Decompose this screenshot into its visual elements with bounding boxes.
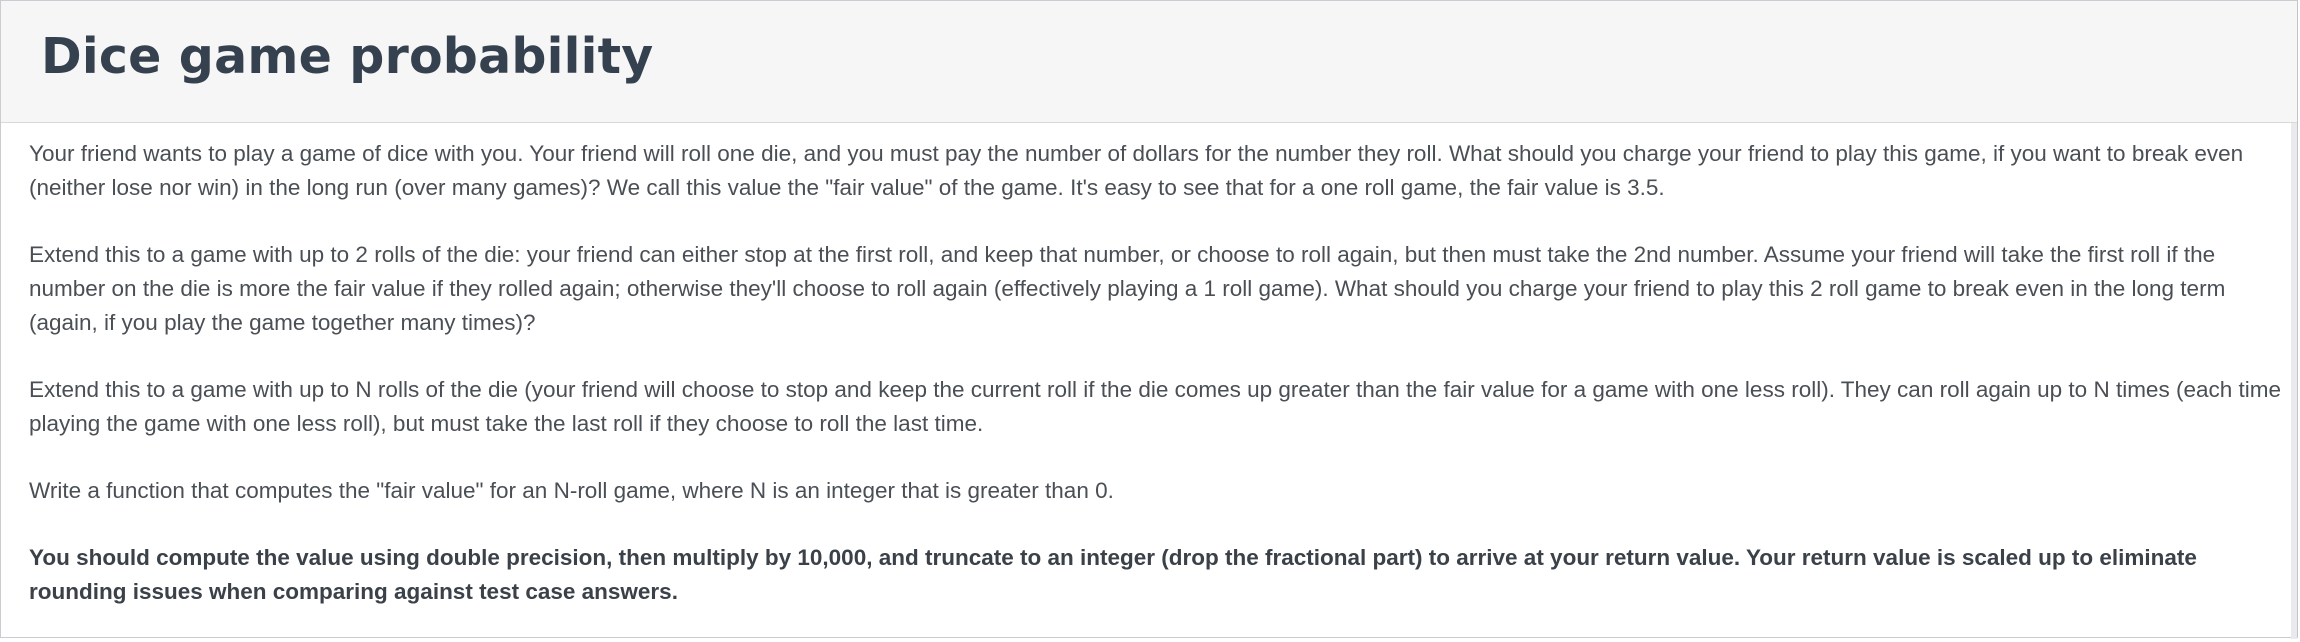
description-paragraph-3: Extend this to a game with up to N rolls… — [29, 377, 2281, 436]
description-paragraph-2: Extend this to a game with up to 2 rolls… — [29, 242, 2226, 335]
page-title: Dice game probability — [41, 28, 654, 85]
problem-description: Your friend wants to play a game of dice… — [29, 137, 2291, 642]
scrollbar-track[interactable] — [2291, 123, 2297, 639]
problem-panel: Dice game probability Your friend wants … — [0, 0, 2298, 639]
problem-header: Dice game probability — [1, 1, 2297, 123]
description-paragraph-1: Your friend wants to play a game of dice… — [29, 141, 2244, 200]
description-paragraph-4: Write a function that computes the "fair… — [29, 478, 1114, 503]
precision-note: You should compute the value using doubl… — [29, 545, 2197, 604]
